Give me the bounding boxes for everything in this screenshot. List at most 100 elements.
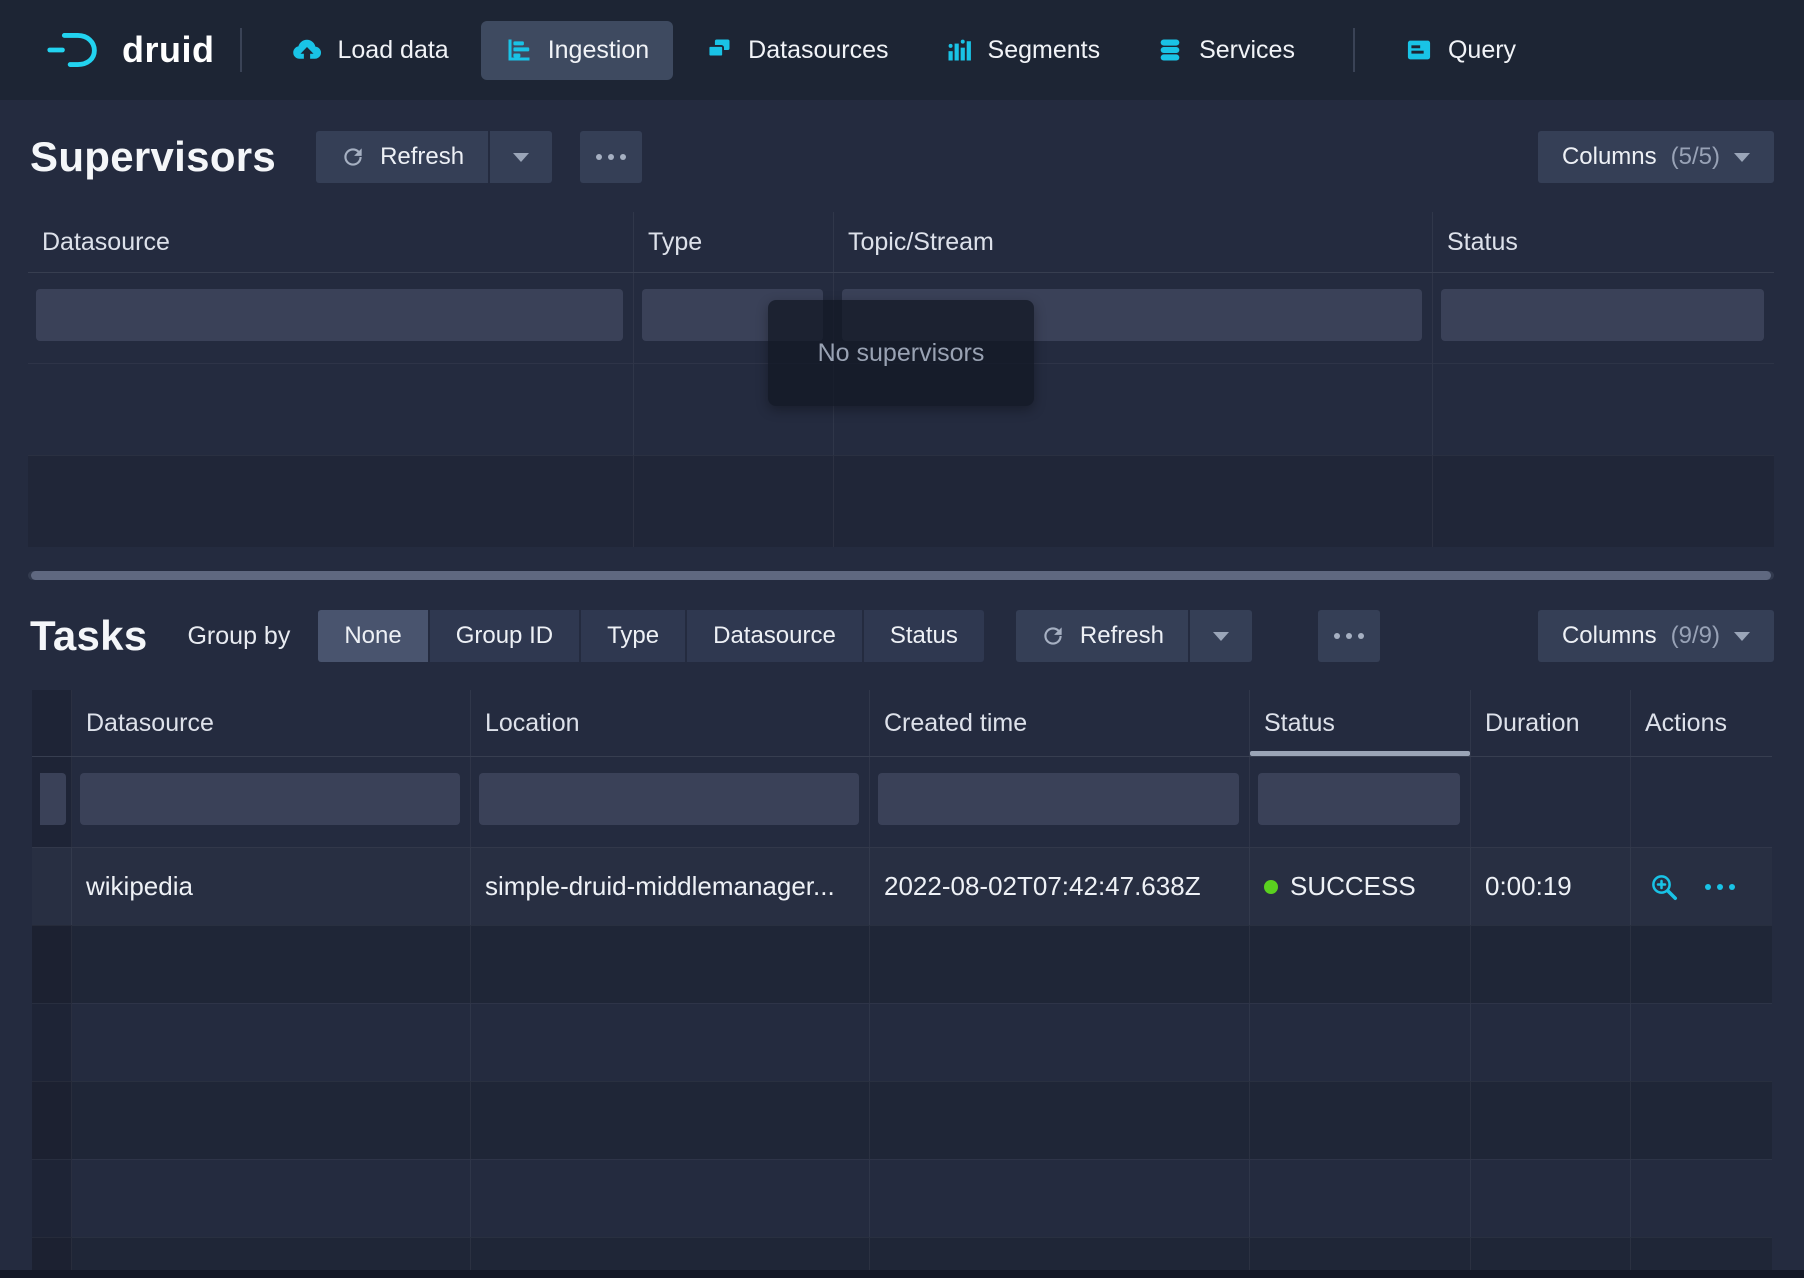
cell-location: simple-druid-middlemanager...	[471, 847, 870, 925]
column-header-duration[interactable]: Duration	[1471, 690, 1631, 756]
group-by-none-button[interactable]: None	[318, 610, 427, 662]
druid-console: druid Load data Ingestion	[0, 0, 1804, 1278]
empty-row	[32, 925, 1772, 1003]
nav-item-segments[interactable]: Segments	[921, 21, 1125, 80]
nav-item-query[interactable]: Query	[1381, 21, 1540, 80]
group-by-group-id-button[interactable]: Group ID	[430, 610, 579, 662]
tasks-table: Datasource Location Created time Status …	[32, 690, 1772, 1278]
nav-item-ingestion[interactable]: Ingestion	[481, 21, 673, 80]
nav-item-load-data[interactable]: Load data	[268, 20, 472, 80]
supervisors-refresh-menu-button[interactable]	[490, 131, 552, 183]
ingestion-icon	[505, 36, 533, 64]
task-row-wikipedia[interactable]: wikipedia simple-druid-middlemanager... …	[32, 847, 1772, 925]
tasks-refresh-menu-button[interactable]	[1190, 610, 1252, 662]
supervisors-refresh-button[interactable]: Refresh	[316, 131, 488, 183]
column-header-topic-stream[interactable]: Topic/Stream	[834, 212, 1433, 272]
supervisors-more-button[interactable]	[580, 131, 642, 183]
refresh-icon	[1040, 623, 1066, 649]
group-by-segment: None Group ID Type Datasource Status	[318, 610, 984, 662]
refresh-label: Refresh	[380, 143, 464, 171]
cell-duration: 0:00:19	[1471, 847, 1631, 925]
status-text: SUCCESS	[1290, 871, 1416, 902]
location-filter-input[interactable]	[479, 773, 859, 825]
refresh-label: Refresh	[1080, 622, 1164, 650]
supervisors-title: Supervisors	[30, 133, 276, 181]
nav-label: Ingestion	[548, 36, 649, 65]
chevron-down-icon	[1213, 632, 1229, 641]
group-by-type-button[interactable]: Type	[581, 610, 685, 662]
cloud-upload-icon	[292, 35, 322, 65]
supervisors-table-header: Datasource Type Topic/Stream Status	[28, 212, 1774, 273]
group-by-datasource-button[interactable]: Datasource	[687, 610, 862, 662]
datasource-filter-input[interactable]	[80, 773, 460, 825]
cell-created-time: 2022-08-02T07:42:47.638Z	[870, 847, 1250, 925]
column-header-created-time[interactable]: Created time	[870, 690, 1250, 756]
task-id-filter-input-clipped[interactable]	[40, 773, 66, 825]
tasks-filter-row	[32, 757, 1772, 847]
tasks-refresh-split: Refresh	[1016, 610, 1252, 662]
magnify-details-icon[interactable]	[1649, 872, 1679, 902]
columns-label: Columns	[1562, 143, 1657, 171]
sort-indicator	[1250, 751, 1470, 756]
tasks-header: Tasks Group by None Group ID Type Dataso…	[0, 606, 1804, 666]
column-header-actions[interactable]: Actions	[1631, 690, 1772, 756]
status-filter-input[interactable]	[1258, 773, 1460, 825]
nav-divider	[1353, 28, 1355, 72]
tasks-table-header: Datasource Location Created time Status …	[32, 690, 1772, 757]
column-header-type[interactable]: Type	[634, 212, 834, 272]
druid-logo[interactable]: druid	[44, 29, 214, 71]
scrollbar-thumb[interactable]	[31, 571, 1771, 580]
query-icon	[1405, 36, 1433, 64]
cell-status: SUCCESS	[1250, 847, 1471, 925]
nav-divider	[240, 28, 242, 72]
chevron-down-icon	[1734, 153, 1750, 162]
tasks-more-button[interactable]	[1318, 610, 1380, 662]
cell-datasource: wikipedia	[72, 847, 471, 925]
horizontal-scrollbar	[28, 571, 1774, 580]
supervisors-header: Supervisors Refresh Columns (5/5)	[0, 128, 1804, 186]
nav-label: Segments	[988, 36, 1101, 65]
chevron-down-icon	[1734, 632, 1750, 641]
datasources-icon	[705, 36, 733, 64]
columns-label: Columns	[1562, 622, 1657, 650]
datasource-filter-input[interactable]	[36, 289, 623, 341]
no-supervisors-message: No supervisors	[768, 300, 1034, 406]
services-icon	[1156, 36, 1184, 64]
tasks-columns-button[interactable]: Columns (9/9)	[1538, 610, 1774, 662]
column-header-datasource[interactable]: Datasource	[28, 212, 634, 272]
nav-label: Query	[1448, 36, 1516, 65]
nav-item-services[interactable]: Services	[1132, 21, 1319, 80]
status-filter-input[interactable]	[1441, 289, 1764, 341]
empty-row	[32, 1003, 1772, 1081]
cell-actions	[1631, 847, 1772, 925]
segments-icon	[945, 36, 973, 64]
refresh-icon	[340, 144, 366, 170]
group-by-status-button[interactable]: Status	[864, 610, 984, 662]
column-header-clipped[interactable]	[32, 690, 72, 756]
more-icon	[1334, 633, 1364, 639]
column-header-status[interactable]: Status	[1433, 212, 1774, 272]
nav-label: Services	[1199, 36, 1295, 65]
supervisors-refresh-split: Refresh	[316, 131, 552, 183]
druid-logo-icon	[44, 29, 106, 71]
nav-label: Datasources	[748, 36, 888, 65]
nav-item-datasources[interactable]: Datasources	[681, 21, 912, 80]
column-header-datasource[interactable]: Datasource	[72, 690, 471, 756]
supervisors-table: Datasource Type Topic/Stream Status No s…	[28, 212, 1774, 547]
tasks-title: Tasks	[30, 612, 147, 660]
empty-row	[28, 455, 1774, 547]
bottom-scrollbar-track[interactable]	[0, 1270, 1804, 1278]
tasks-refresh-button[interactable]: Refresh	[1016, 610, 1188, 662]
group-by-label: Group by	[187, 622, 290, 651]
success-status-dot	[1264, 880, 1278, 894]
columns-count: (9/9)	[1671, 622, 1720, 650]
created-time-filter-input[interactable]	[878, 773, 1239, 825]
column-header-status[interactable]: Status	[1250, 690, 1471, 756]
top-nav-bar: druid Load data Ingestion	[0, 0, 1804, 100]
row-actions-more-icon[interactable]	[1705, 884, 1735, 890]
more-icon	[596, 154, 626, 160]
brand-name: druid	[122, 29, 214, 71]
column-header-location[interactable]: Location	[471, 690, 870, 756]
nav-label: Load data	[337, 36, 448, 65]
supervisors-columns-button[interactable]: Columns (5/5)	[1538, 131, 1774, 183]
